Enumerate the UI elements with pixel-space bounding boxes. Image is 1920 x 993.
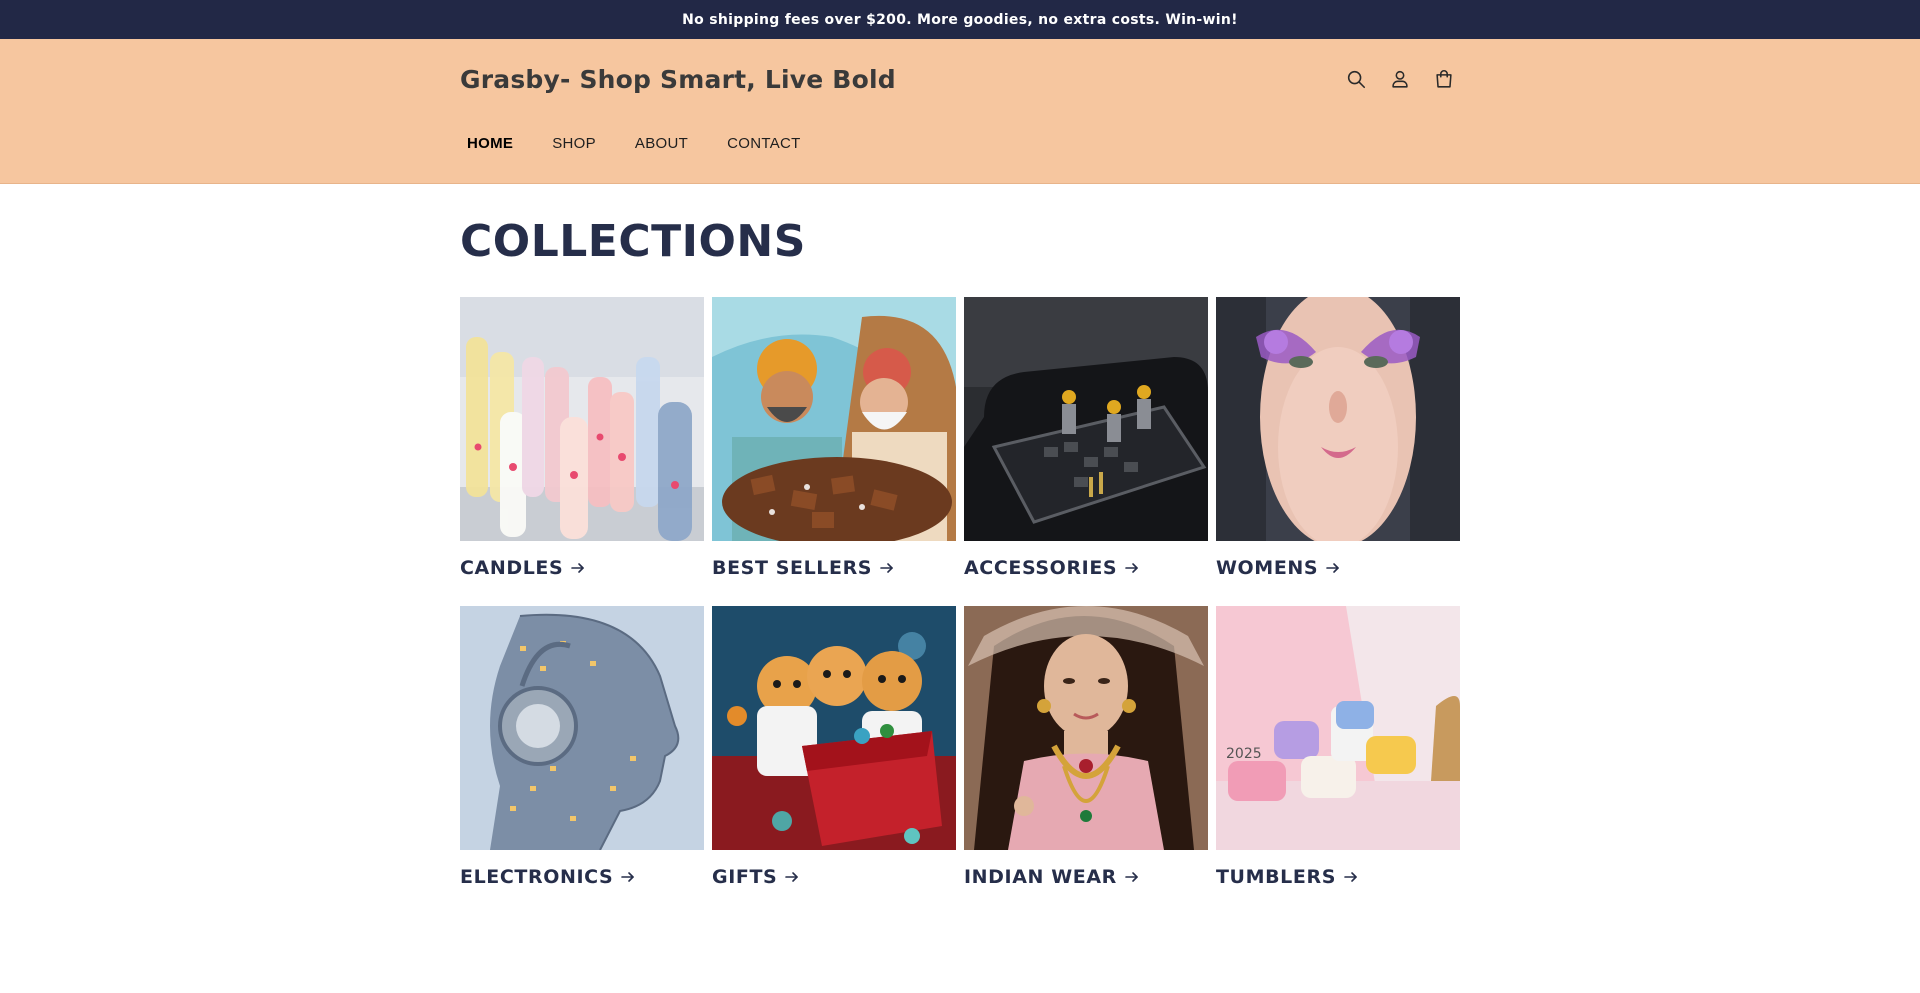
collection-title-candles: CANDLES <box>460 557 564 579</box>
arrow-right-icon <box>571 563 585 573</box>
collection-title-electronics: ELECTRONICS <box>460 866 614 888</box>
collection-image-electronics <box>460 606 704 850</box>
arrow-right-icon <box>1344 872 1357 882</box>
page-title: COLLECTIONS <box>460 216 806 267</box>
collection-image-indian-wear <box>964 606 1208 850</box>
account-icon[interactable] <box>1384 63 1416 95</box>
collection-image-best-sellers <box>712 297 956 541</box>
arrow-right-icon <box>621 872 635 882</box>
collection-title-best-sellers: BEST SELLERS <box>712 557 873 579</box>
collection-image-tumblers: 2025 <box>1216 606 1460 850</box>
svg-text:2025: 2025 <box>1226 746 1262 762</box>
collection-image-gifts <box>712 606 956 850</box>
collection-card-best-sellers[interactable]: BEST SELLERS <box>712 297 956 606</box>
collection-card-indian-wear[interactable]: INDIAN WEAR <box>964 606 1208 915</box>
collection-title-womens: WOMENS <box>1216 557 1319 579</box>
collection-image-candles <box>460 297 704 541</box>
collection-card-gifts[interactable]: GIFTS <box>712 606 956 915</box>
arrow-right-icon <box>880 563 893 573</box>
nav-shop[interactable]: SHOP <box>533 129 616 158</box>
header-icons <box>1340 63 1460 95</box>
nav-contact[interactable]: CONTACT <box>708 129 820 158</box>
collection-card-candles[interactable]: CANDLES <box>460 297 704 606</box>
collection-card-tumblers[interactable]: 2025 TUMBLERS <box>1216 606 1460 915</box>
collection-title-indian-wear: INDIAN WEAR <box>964 866 1117 888</box>
collections-section: COLLECTIONS CANDLES BEST SELLERS ACCESSO… <box>460 185 1460 888</box>
announcement-text: No shipping fees over $200. More goodies… <box>682 11 1238 28</box>
collection-title-accessories: ACCESSORIES <box>964 557 1118 579</box>
collections-grid: CANDLES BEST SELLERS ACCESSORIES WOMENS … <box>460 297 1460 915</box>
nav-about[interactable]: ABOUT <box>615 129 707 158</box>
arrow-right-icon <box>1125 872 1138 882</box>
site-header: Grasby- Shop Smart, Live Bold HOME SHOP … <box>0 39 1920 184</box>
collection-image-womens <box>1216 297 1460 541</box>
collection-title-tumblers: TUMBLERS <box>1216 866 1336 888</box>
arrow-right-icon <box>1326 563 1339 573</box>
collection-card-electronics[interactable]: ELECTRONICS <box>460 606 704 915</box>
collection-image-accessories <box>964 297 1208 541</box>
brand-logo-text[interactable]: Grasby- Shop Smart, Live Bold <box>460 65 896 94</box>
arrow-right-icon <box>785 872 799 882</box>
collection-card-womens[interactable]: WOMENS <box>1216 297 1460 606</box>
search-icon[interactable] <box>1340 63 1372 95</box>
collection-card-accessories[interactable]: ACCESSORIES <box>964 297 1208 606</box>
announcement-bar: No shipping fees over $200. More goodies… <box>0 0 1920 39</box>
collection-title-gifts: GIFTS <box>712 866 778 888</box>
nav-home[interactable]: HOME <box>460 129 533 158</box>
main-nav: HOME SHOP ABOUT CONTACT <box>460 129 820 158</box>
cart-icon[interactable] <box>1428 63 1460 95</box>
arrow-right-icon <box>1125 563 1139 573</box>
